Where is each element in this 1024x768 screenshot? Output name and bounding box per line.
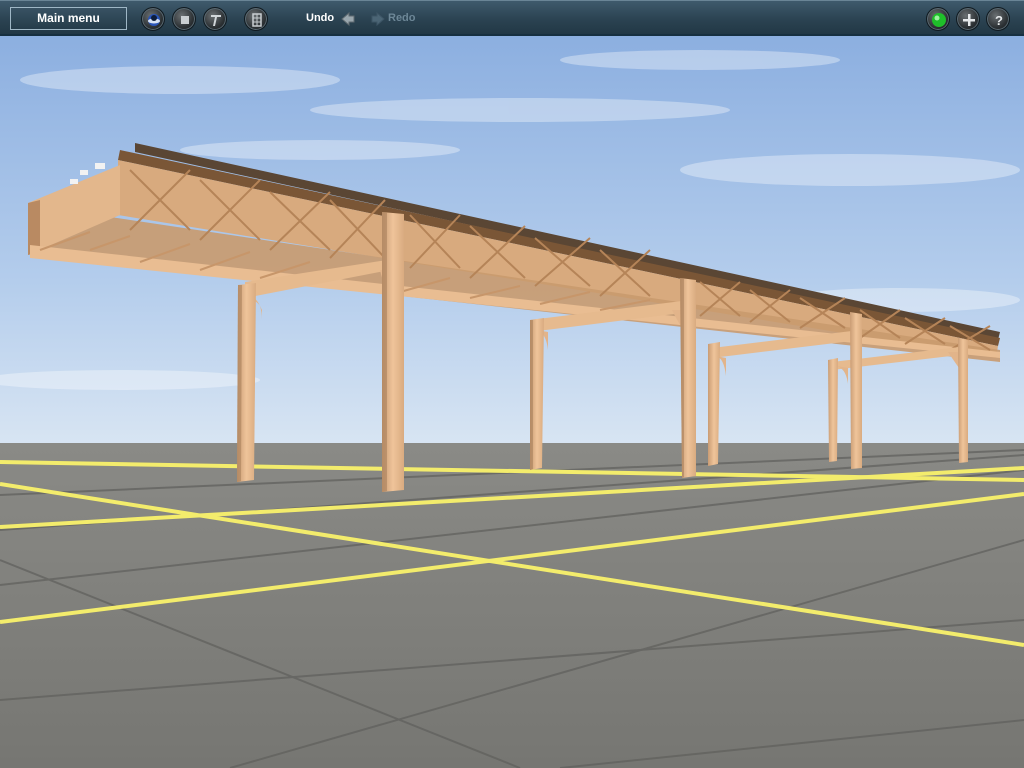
- plus-icon: [963, 14, 975, 26]
- svg-text:?: ?: [995, 13, 1003, 28]
- top-toolbar: Main menu Undo Redo ?: [0, 0, 1024, 36]
- main-menu-button[interactable]: Main menu: [10, 7, 127, 30]
- help-button[interactable]: ?: [986, 7, 1010, 31]
- 3d-scene[interactable]: [0, 0, 1024, 768]
- help-icon: ?: [995, 13, 1003, 28]
- spreadsheet-button[interactable]: [244, 7, 268, 31]
- game-viewport[interactable]: Main menu Undo Redo ?: [0, 0, 1024, 768]
- globe-icon: [148, 14, 160, 26]
- stop-icon: [181, 16, 189, 24]
- redo-button: Redo: [388, 12, 416, 24]
- globe-button[interactable]: [141, 7, 165, 31]
- status-button[interactable]: [926, 7, 950, 31]
- add-button[interactable]: [956, 7, 980, 31]
- tools-icon: [211, 15, 221, 26]
- undo-button[interactable]: Undo: [306, 12, 334, 24]
- spreadsheet-icon: [252, 13, 262, 27]
- undo-arrow-icon[interactable]: [340, 11, 356, 27]
- stop-button[interactable]: [172, 7, 196, 31]
- green-status-icon: [932, 13, 946, 27]
- tools-button[interactable]: [203, 7, 227, 31]
- redo-arrow-icon: [371, 11, 385, 27]
